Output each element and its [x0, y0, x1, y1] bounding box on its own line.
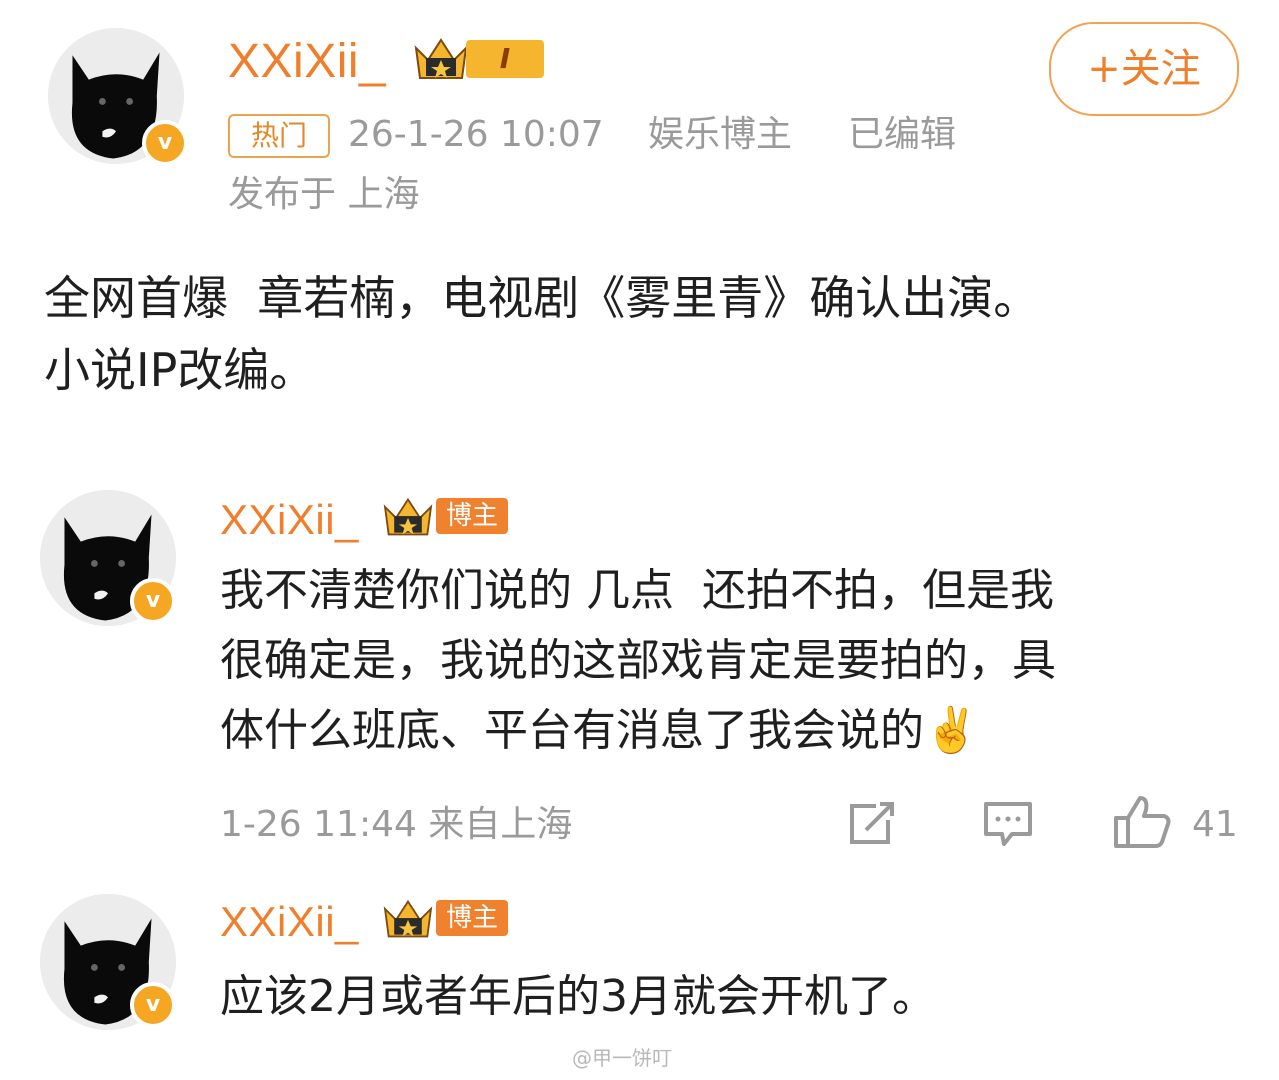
reply-text-line-3: 体什么班底、平台有消息了我会说的✌️ — [220, 705, 979, 756]
follow-button[interactable]: +关注 — [1049, 22, 1239, 116]
like-count: 41 — [1192, 804, 1238, 845]
level-badge: I — [466, 40, 544, 78]
reply-text-line-1: 我不清楚你们说的 几点 还拍不拍，但是我 — [220, 565, 1054, 616]
hot-tag: 热门 — [228, 114, 330, 158]
comment-icon[interactable] — [982, 800, 1034, 848]
edited-label[interactable]: 已编辑 — [848, 110, 956, 160]
share-icon[interactable] — [846, 800, 898, 848]
reply-username[interactable]: XXiXii_ — [220, 494, 359, 546]
post-timestamp: 26-1-26 10:07 — [348, 114, 604, 155]
verified-icon: v — [130, 982, 176, 1028]
crown-icon — [380, 494, 436, 540]
post-text-line-1: 全网首爆 章若楠，电视剧《雾里青》确认出演。 — [44, 271, 1040, 325]
crown-icon — [380, 896, 436, 942]
verified-icon: v — [130, 578, 176, 624]
like-icon[interactable] — [1112, 794, 1172, 850]
reply-text-line-1: 应该2月或者年后的3月就会开机了。 — [220, 971, 936, 1022]
crown-icon — [412, 34, 470, 84]
post-category: 娱乐博主 — [648, 114, 793, 155]
reply-username[interactable]: XXiXii_ — [220, 896, 359, 948]
username[interactable]: XXiXii_ — [228, 32, 386, 92]
reply-meta: 1-26 11:44 来自上海 — [220, 804, 573, 845]
role-badge: 博主 — [436, 900, 508, 936]
watermark: @甲一饼叮 — [572, 1046, 672, 1070]
verified-icon: v — [142, 120, 188, 166]
role-badge: 博主 — [436, 498, 508, 534]
post-location: 发布于 上海 — [228, 174, 420, 215]
reply-text-line-2: 很确定是，我说的这部戏肯定是要拍的，具 — [220, 635, 1056, 686]
post-text-line-2: 小说IP改编。 — [44, 343, 316, 397]
